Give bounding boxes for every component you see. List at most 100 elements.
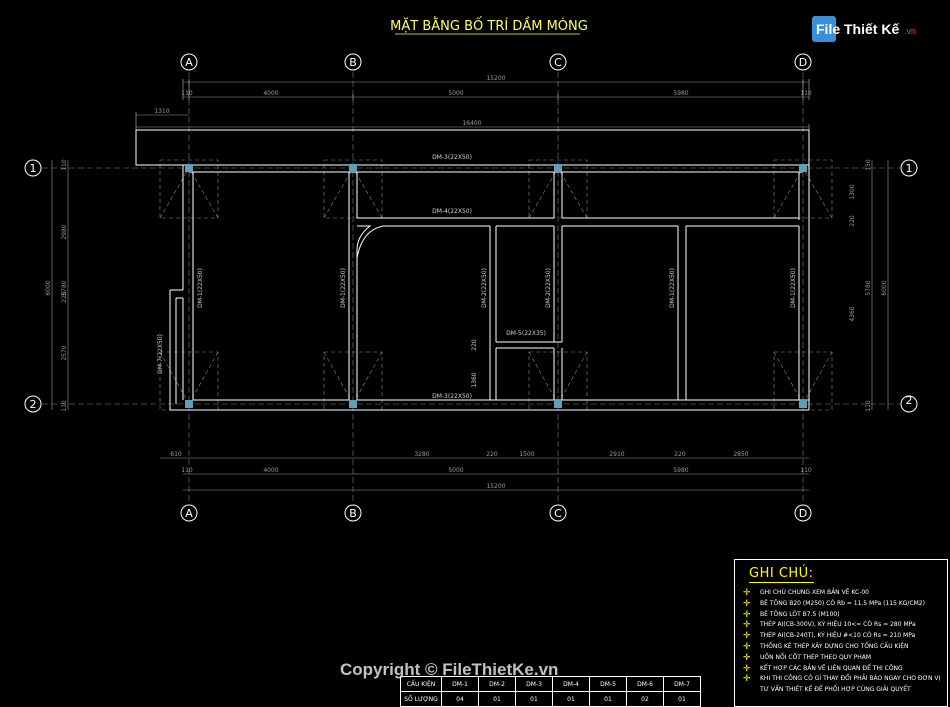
dim-bottom-span-cd: 5980 <box>673 467 688 474</box>
note-item: ✛ GHI CHÚ CHUNG XEM BẢN VẼ KC-00 <box>743 588 869 598</box>
crosshair-bullet-icon: ✛ <box>743 598 751 609</box>
dim-bottom-offset-left: 110 <box>181 467 193 474</box>
beam-label-v1: DM-1(22X50) <box>197 268 204 308</box>
table-cell: DM-5 <box>589 676 627 692</box>
dim-left-top-offset: 110 <box>61 159 68 171</box>
crosshair-bullet-icon: ✛ <box>743 674 751 685</box>
dim-right-bottom-offset: 110 <box>865 400 872 412</box>
grid-label-a-bottom: A <box>185 507 193 520</box>
dimensions-left: 6000 110 2980 5780 220 2570 110 <box>45 159 69 412</box>
dim-right-lower: 4360 <box>849 306 856 321</box>
beam-label-v5: DM-1(22X50) <box>669 268 676 308</box>
beam-label-v6: DM-1(22X50) <box>790 268 797 308</box>
notes-panel: GHI CHÚ: ✛ GHI CHÚ CHUNG XEM BẢN VẼ KC-00… <box>734 559 948 707</box>
note-item: ✛ BÊ TÔNG LÓT B7.5 (M100) <box>743 609 840 620</box>
dim-top-cantilever: 16400 <box>462 120 481 127</box>
dim-bottom-seg-3: 1500 <box>519 451 534 458</box>
note-item: ✛ THÉP AI(CB-240T), KÝ HIỆU #<10 CÓ Rs = … <box>743 631 916 642</box>
grid-label-b-top: B <box>349 56 357 69</box>
table-cell: 01 <box>589 691 627 707</box>
table-cell: 01 <box>552 691 590 707</box>
grid-label-d-bottom: D <box>799 507 807 520</box>
grid-bubbles-bottom: A B C D <box>180 504 812 522</box>
dim-bottom-seg-5: 220 <box>674 451 686 458</box>
drawing-title: MẶT BẰNG BỐ TRÍ DẦM MÓNG <box>390 17 588 34</box>
dim-bottom-overall: 15200 <box>486 483 505 490</box>
dim-bottom-seg-6: 2850 <box>733 451 748 458</box>
table-row: SỐ LƯỢNG 04 01 01 01 01 02 01 <box>400 691 701 707</box>
dim-top-overhang: 1310 <box>154 108 169 115</box>
dim-top-overall: 15200 <box>486 75 505 82</box>
beam-label-bottom: DM-3(22X50) <box>432 393 472 400</box>
dim-right-overall: 6000 <box>881 280 888 295</box>
crosshair-bullet-icon: ✛ <box>743 620 751 631</box>
logo-text: File Thiết Kế <box>816 21 899 37</box>
logo-suffix: .vn <box>904 26 916 36</box>
copyright-watermark: Copyright © FileThietKe.vn <box>340 660 559 679</box>
beam-label-short: DM-5(22X35) <box>506 330 546 337</box>
dim-left-upper: 2980 <box>61 224 68 239</box>
crosshair-bullet-icon: ✛ <box>743 588 751 598</box>
grid-lines <box>42 72 900 503</box>
dim-right-mid: 5780 <box>865 280 872 295</box>
grid-label-d-top: D <box>799 56 807 69</box>
table-cell: 01 <box>478 691 516 707</box>
beam-label-v4: DM-2(22X50) <box>545 268 552 308</box>
dimensions-bottom: 610 3280 220 1500 2910 220 2850 110 4000… <box>160 451 812 491</box>
beam-quantity-table: CẤU KIỆN DM-1 DM-2 DM-3 DM-4 DM-5 DM-6 D… <box>400 676 701 707</box>
table-cell: DM-6 <box>626 676 664 692</box>
table-cell: DM-7 <box>663 676 701 692</box>
beam-label-mid: DM-4(22X50) <box>432 208 472 215</box>
dimensions-right: 150 1300 220 5780 4360 6000 110 <box>849 159 889 412</box>
note-item: ✛ KẾT HỢP CÁC BẢN VẼ LIÊN QUAN ĐỂ THI CÔN… <box>743 663 903 674</box>
grid-label-c-bottom: C <box>554 507 562 520</box>
dim-left-gap: 220 <box>61 291 68 303</box>
note-item: TƯ VẤN THIẾT KẾ ĐỂ PHỐI HỢP CÙNG GIẢI QU… <box>760 686 911 694</box>
dim-left-lower: 2570 <box>61 345 68 360</box>
beam-label-v2: DM-1(22X50) <box>340 268 347 308</box>
table-cell: SỐ LƯỢNG <box>400 691 442 707</box>
dim-top-span-ab: 4000 <box>263 90 278 97</box>
dim-inner-gap: 220 <box>471 339 478 351</box>
dim-bottom-offset-right: 110 <box>800 467 812 474</box>
notes-title: GHI CHÚ: <box>749 566 814 583</box>
grid-label-b-bottom: B <box>349 507 357 520</box>
table-cell: 01 <box>663 691 701 707</box>
grid-bubbles-top: A B C D <box>180 53 812 71</box>
crosshair-bullet-icon: ✛ <box>743 641 751 652</box>
table-cell: 04 <box>441 691 479 707</box>
dim-right-top-offset: 150 <box>865 159 872 171</box>
beam-labels: DM-3(22X50) DM-4(22X50) DM-3(22X50) DM-5… <box>157 154 797 400</box>
dim-bottom-lead: 610 <box>170 451 182 458</box>
dim-bottom-seg-4: 2910 <box>609 451 624 458</box>
notes-list: ✛ GHI CHÚ CHUNG XEM BẢN VẼ KC-00 ✛ BÊ TÔNG… <box>743 588 947 696</box>
dim-inner-height: 1360 <box>471 372 478 387</box>
crosshair-bullet-icon: ✛ <box>743 631 751 642</box>
beam-label-v3: DM-2(22X50) <box>481 268 488 308</box>
grid-label-c-top: C <box>554 56 562 69</box>
beam-label-top: DM-3(22X50) <box>432 154 472 161</box>
grid-label-2-right: 2 <box>906 394 913 407</box>
grid-label-1-right: 1 <box>906 162 913 175</box>
beam-outlines <box>135 129 810 411</box>
crosshair-bullet-icon: ✛ <box>743 652 751 663</box>
table-cell: 01 <box>515 691 553 707</box>
dim-top-offset-left: 110 <box>181 90 193 97</box>
note-item: ✛ KHI THI CÔNG CÓ GÌ THAY ĐỔI PHẢI BÁO NG… <box>743 674 941 685</box>
note-item: ✛ THỐNG KÊ THÉP XÂY DỰNG CHO TỔNG CẤU KIỆ… <box>743 641 909 652</box>
dim-bottom-seg-1: 3280 <box>414 451 429 458</box>
crosshair-bullet-icon: ✛ <box>743 609 751 620</box>
grid-label-1-left: 1 <box>30 162 37 175</box>
dim-right-upper: 1300 <box>849 184 856 199</box>
dim-bottom-span-bc: 5000 <box>448 467 463 474</box>
note-item: ✛ THÉP AI(CB-300V), KÝ HIỆU 10<= CÓ Rs = … <box>743 620 916 631</box>
dim-top-offset-right: 110 <box>800 90 812 97</box>
dim-left-overall: 6000 <box>45 280 52 295</box>
dim-left-bottom-offset: 110 <box>61 400 68 412</box>
dim-top-span-bc: 5000 <box>448 90 463 97</box>
grid-label-2-left: 2 <box>30 398 37 411</box>
beam-label-left-stub: DM-7(22X50) <box>157 334 164 374</box>
dim-bottom-seg-2: 220 <box>486 451 498 458</box>
dim-right-gap: 220 <box>849 215 856 227</box>
crosshair-bullet-icon: ✛ <box>743 663 751 674</box>
